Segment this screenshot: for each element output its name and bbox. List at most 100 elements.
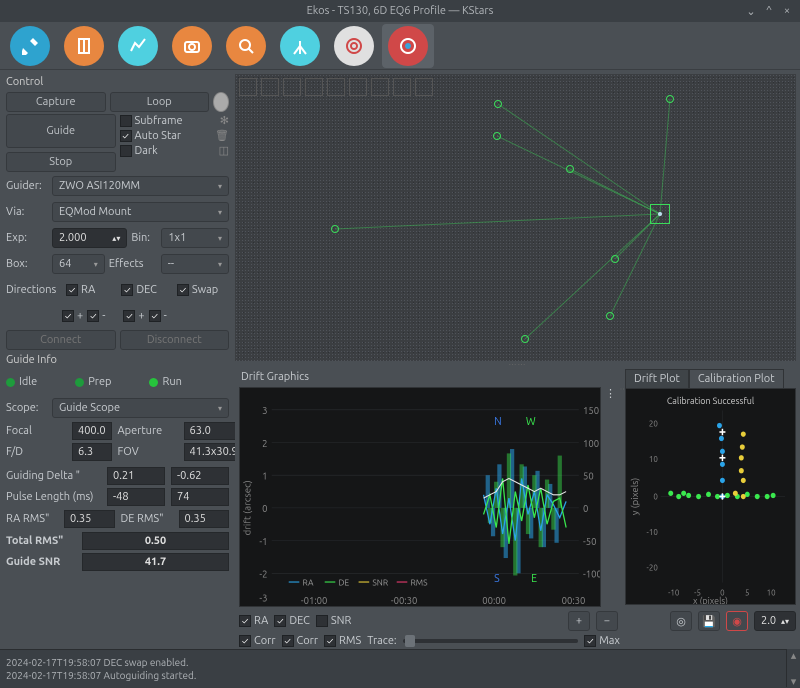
total-rms-val: 0.50 (82, 532, 229, 550)
log-scrollbar[interactable]: ▴ ▾ (786, 649, 800, 687)
drift-plot[interactable]: 321 0-1-2-3 15010050 0-50-100 (239, 387, 601, 607)
trash-icon[interactable]: 🗑 (215, 129, 229, 142)
dec-toggle[interactable]: ✓DEC (274, 615, 310, 627)
svg-text:10: 10 (767, 587, 776, 597)
svg-text:50: 50 (583, 470, 594, 481)
calibration-plot[interactable]: Calibration Successful -10-50510 (625, 388, 796, 605)
ra-check[interactable]: ✓RA (66, 284, 95, 296)
guider-combo[interactable]: ZWO ASI120MM (52, 176, 229, 196)
svg-text:drift (arcsec): drift (arcsec) (242, 480, 253, 535)
target-btn[interactable]: ◎ (670, 611, 692, 631)
minimize-icon[interactable]: ⌄ (744, 4, 758, 18)
zoom-out-button[interactable]: − (596, 611, 618, 631)
analyze-tab[interactable] (112, 24, 164, 68)
svg-text:3: 3 (262, 405, 267, 416)
subframe-check[interactable]: Subframe✻ (120, 114, 230, 127)
snr-toggle[interactable]: SNR (316, 615, 351, 627)
img-zoom1-icon[interactable] (239, 78, 257, 96)
maximize-icon[interactable]: ^ (762, 4, 776, 18)
search-icon (235, 35, 257, 57)
disconnect-button[interactable]: Disconnect (120, 330, 230, 350)
ra-minus-check[interactable]: ✓- (87, 310, 105, 322)
svg-text:-10: -10 (668, 587, 680, 597)
svg-text:Calibration Successful: Calibration Successful (667, 395, 755, 406)
img-zoom3-icon[interactable] (283, 78, 301, 96)
zoom-field[interactable]: 2.0▴▾ (754, 611, 796, 631)
ra-plus-check[interactable]: ✓+ (62, 310, 83, 322)
img-grid-icon[interactable] (371, 78, 389, 96)
svg-text:150: 150 (583, 405, 599, 416)
svg-text:100: 100 (583, 438, 599, 449)
scheduler-tab[interactable] (58, 24, 110, 68)
img-zoom2-icon[interactable] (261, 78, 279, 96)
control-section-title: Control (6, 76, 229, 88)
img-stretch-icon[interactable] (327, 78, 345, 96)
wrench-icon (19, 35, 41, 57)
pulse-ra: -48 (107, 488, 165, 506)
drift-options-icon[interactable]: ⋮ (605, 387, 619, 401)
max-toggle[interactable]: ✓Max (584, 635, 620, 647)
bin-combo[interactable]: 1x1 (161, 228, 229, 248)
swap-check[interactable]: ✓Swap (177, 284, 218, 296)
tab-drift-plot[interactable]: Drift Plot (625, 369, 689, 388)
dec-minus-check[interactable]: ✓- (149, 310, 167, 322)
star-marker (521, 335, 529, 343)
star-marker (606, 312, 614, 320)
svg-text:2: 2 (262, 438, 267, 449)
img-cross-icon[interactable] (349, 78, 367, 96)
book-icon (73, 35, 95, 57)
external-guide-icon[interactable] (213, 92, 229, 112)
img-star-icon[interactable] (393, 78, 411, 96)
ra-rms-val: 0.35 (64, 510, 115, 528)
loop-button[interactable]: Loop (110, 92, 210, 112)
svg-text:S: S (494, 573, 500, 585)
box-combo[interactable]: 64 (52, 254, 105, 274)
guide-image[interactable] (235, 74, 796, 361)
guide-button[interactable]: Guide (6, 114, 116, 148)
img-zoom4-icon[interactable] (305, 78, 323, 96)
record-btn[interactable]: ◉ (726, 611, 748, 631)
stop-button[interactable]: Stop (6, 152, 116, 172)
close-icon[interactable]: × (780, 4, 794, 18)
img-marker-icon[interactable] (415, 78, 433, 96)
guide-tab[interactable] (382, 24, 434, 68)
svg-text:y (pixels): y (pixels) (629, 478, 640, 516)
ccd-tab[interactable] (166, 24, 218, 68)
svg-text:-20: -20 (647, 562, 659, 572)
effects-combo[interactable]: -- (161, 254, 229, 274)
capture-button[interactable]: Capture (6, 92, 106, 112)
trace-slider[interactable] (403, 639, 579, 643)
guide-snr-val: 41.7 (82, 553, 229, 571)
de-rms-val: 0.35 (179, 510, 230, 528)
rms-toggle[interactable]: ✓RMS (324, 635, 361, 647)
dec-plus-check[interactable]: ✓+ (123, 310, 144, 322)
svg-text:-00:30: -00:30 (391, 595, 418, 606)
svg-text:1: 1 (262, 470, 267, 481)
splitter-h[interactable]: ⋯⋯ (235, 361, 800, 369)
align-tab[interactable] (274, 24, 326, 68)
corr1-toggle[interactable]: ✓Corr (239, 635, 276, 647)
focus-tab[interactable] (220, 24, 272, 68)
save-btn[interactable]: 💾 (698, 611, 720, 631)
autostar-check[interactable]: ✓Auto Star🗑 (120, 129, 230, 142)
corr2-toggle[interactable]: ✓Corr (282, 635, 319, 647)
exp-field[interactable]: 2.000▴▾ (52, 228, 127, 248)
clear-icon[interactable]: ◫ (219, 144, 229, 157)
scope-combo[interactable]: Guide Scope (52, 398, 229, 418)
mount-tab[interactable] (328, 24, 380, 68)
setup-tab[interactable] (4, 24, 56, 68)
guideinfo-section-title: Guide Info (6, 354, 229, 366)
svg-text:RA: RA (302, 577, 313, 587)
connect-button[interactable]: Connect (6, 330, 116, 350)
dark-check[interactable]: Dark◫ (120, 144, 230, 157)
svg-text:-100: -100 (583, 569, 600, 580)
prep-dot (75, 378, 84, 387)
dec-check[interactable]: ✓DEC (121, 284, 157, 296)
via-combo[interactable]: EQMod Mount (52, 202, 229, 222)
camera-icon (181, 35, 203, 57)
zoom-in-button[interactable]: + (568, 611, 590, 631)
tab-calibration-plot[interactable]: Calibration Plot (689, 369, 784, 388)
svg-text:0: 0 (653, 491, 658, 501)
svg-text:-50: -50 (583, 536, 596, 547)
ra-toggle[interactable]: ✓RA (239, 615, 268, 627)
